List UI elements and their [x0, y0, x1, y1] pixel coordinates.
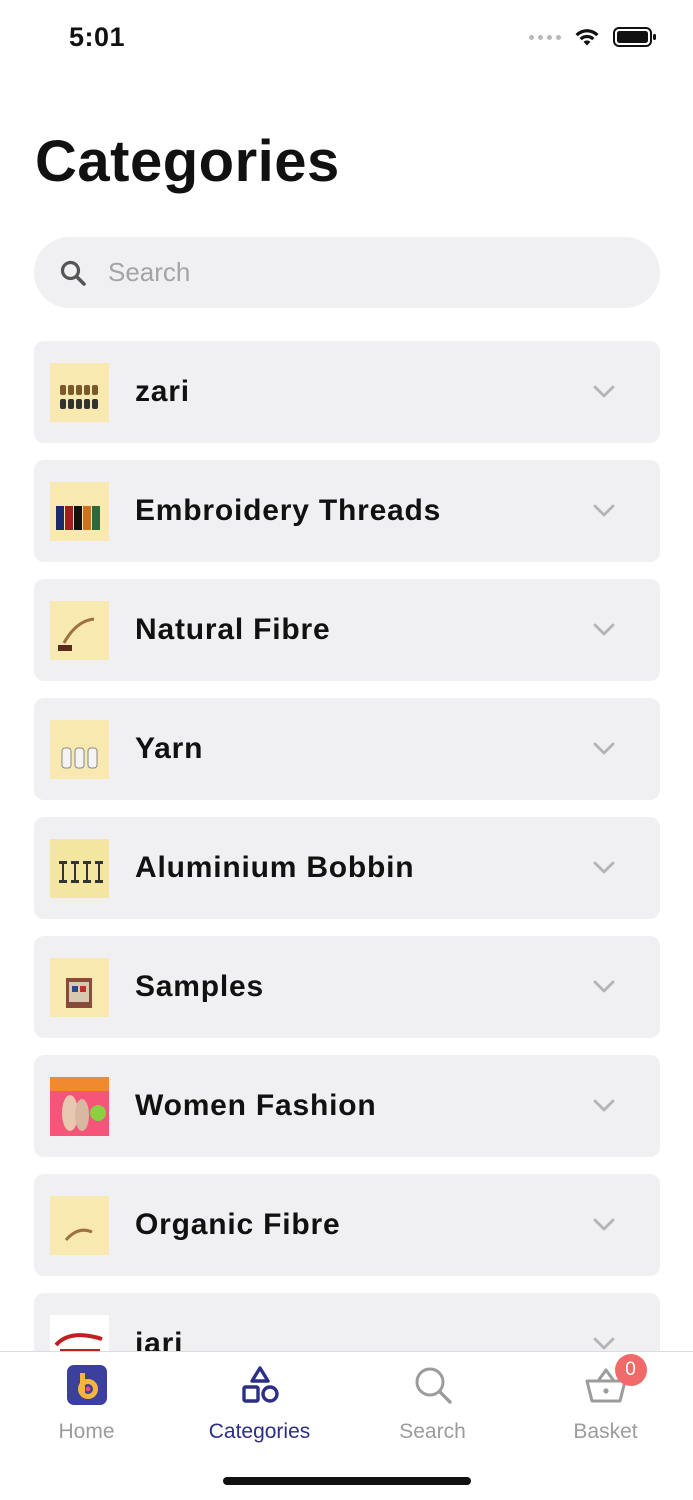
tab-categories[interactable]: Categories: [173, 1360, 346, 1452]
search-icon: [58, 258, 88, 288]
chevron-down-icon[interactable]: [592, 737, 616, 761]
category-label: Natural Fibre: [135, 613, 331, 646]
category-label: Women Fashion: [135, 1089, 377, 1122]
category-row-aluminium-bobbin[interactable]: Aluminium Bobbin: [34, 817, 660, 919]
category-label: Aluminium Bobbin: [135, 851, 415, 884]
tab-home-label: Home: [58, 1420, 115, 1443]
search-bar[interactable]: [34, 237, 660, 308]
search-input[interactable]: [108, 257, 588, 288]
category-row-women-fashion[interactable]: Women Fashion: [34, 1055, 660, 1157]
chevron-down-icon[interactable]: [592, 1332, 616, 1351]
category-list: zari Embroidery Threads Natural Fibre Ya…: [34, 341, 660, 1351]
category-row-samples[interactable]: Samples: [34, 936, 660, 1038]
basket-icon: 0: [583, 1354, 647, 1408]
category-thumbnail: [50, 957, 109, 1017]
chevron-down-icon[interactable]: [592, 1094, 616, 1118]
status-icons: [529, 26, 657, 48]
app-logo-icon: [64, 1362, 110, 1408]
category-thumbnail: [50, 600, 109, 660]
status-time: 5:01: [69, 22, 126, 52]
tab-basket[interactable]: 0 Basket: [519, 1354, 692, 1452]
tab-search-label: Search: [399, 1420, 466, 1443]
chevron-down-icon[interactable]: [592, 618, 616, 642]
category-thumbnail: [50, 719, 109, 779]
category-row-embroidery-threads[interactable]: Embroidery Threads: [34, 460, 660, 562]
chevron-down-icon[interactable]: [592, 856, 616, 880]
tab-home[interactable]: Home: [0, 1360, 173, 1452]
category-thumbnail: [50, 1195, 109, 1255]
page-title: Categories: [35, 129, 340, 194]
category-label: zari: [135, 375, 190, 408]
category-thumbnail: [50, 362, 109, 422]
category-label: jari: [135, 1327, 184, 1351]
category-label: Yarn: [135, 732, 204, 765]
chevron-down-icon[interactable]: [592, 499, 616, 523]
tab-search[interactable]: Search: [346, 1360, 519, 1452]
category-label: Samples: [135, 970, 264, 1003]
category-row-jari[interactable]: jari: [34, 1293, 660, 1351]
category-thumbnail: [50, 1314, 109, 1351]
category-row-organic-fibre[interactable]: Organic Fibre: [34, 1174, 660, 1276]
tab-categories-label: Categories: [208, 1420, 311, 1443]
chevron-down-icon[interactable]: [592, 380, 616, 404]
category-label: Organic Fibre: [135, 1208, 341, 1241]
cellular-signal-icon: [529, 34, 561, 40]
category-row-zari[interactable]: zari: [34, 341, 660, 443]
category-label: Embroidery Threads: [135, 494, 442, 527]
wifi-icon: [575, 29, 599, 46]
category-row-natural-fibre[interactable]: Natural Fibre: [34, 579, 660, 681]
category-row-yarn[interactable]: Yarn: [34, 698, 660, 800]
basket-count-badge: 0: [614, 1354, 647, 1386]
tab-basket-label: Basket: [573, 1420, 638, 1443]
category-thumbnail: [50, 838, 109, 898]
chevron-down-icon[interactable]: [592, 975, 616, 999]
status-bar: 5:01: [0, 0, 693, 80]
chevron-down-icon[interactable]: [592, 1213, 616, 1237]
battery-icon: [613, 27, 656, 47]
category-thumbnail: [50, 481, 109, 541]
search-icon: [410, 1362, 456, 1408]
category-thumbnail: [50, 1076, 109, 1136]
home-indicator[interactable]: [223, 1477, 471, 1485]
shapes-icon: [237, 1362, 283, 1408]
